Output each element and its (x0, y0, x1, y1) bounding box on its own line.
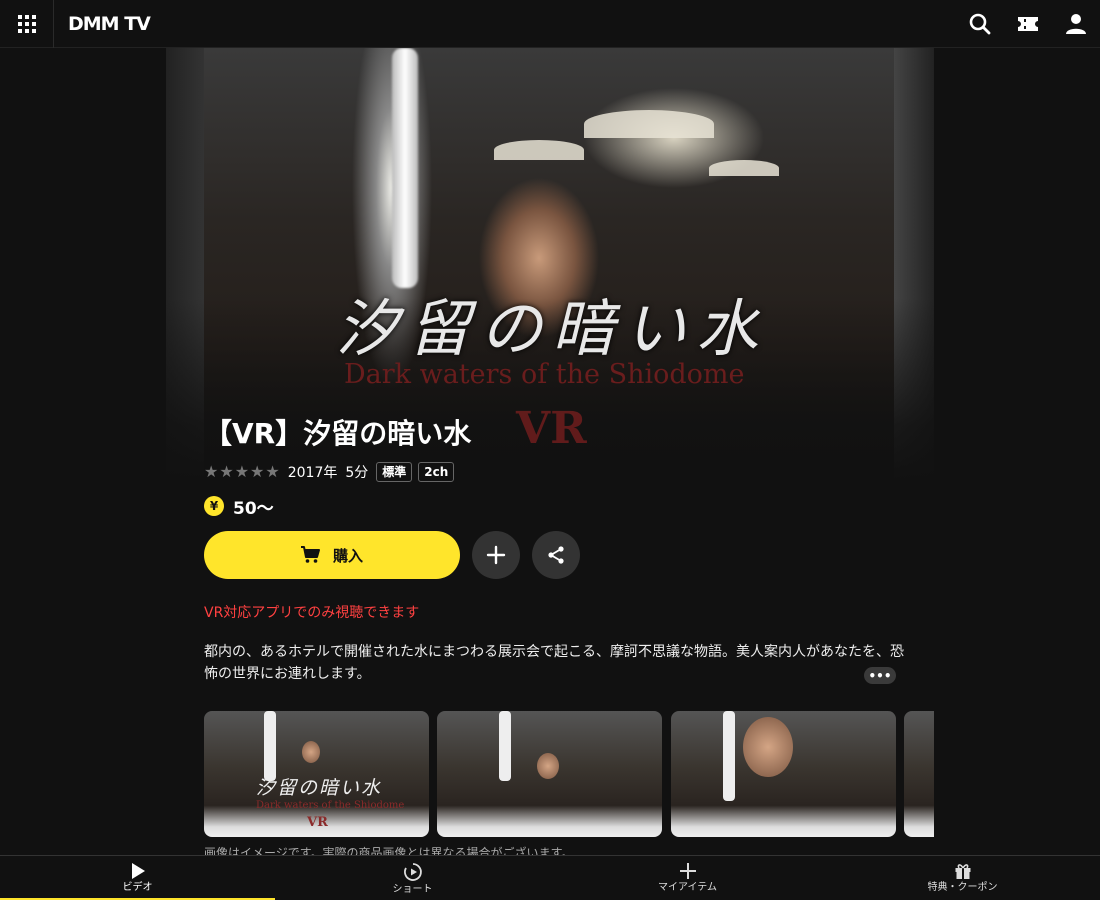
bottom-nav: ビデオ ショート マイアイテム 特典・クーポン (0, 855, 1100, 900)
nav-label: ビデオ (122, 882, 153, 893)
hero-vr-badge: VR (516, 403, 587, 454)
nav-my-items[interactable]: マイアイテム (550, 856, 825, 900)
rating-stars: ★ ★ ★ ★ ★ (204, 464, 280, 480)
description: 都内の、あるホテルで開催された水にまつわる展示会で起こる、摩訶不思議な物語。美人… (204, 644, 904, 682)
thumbnail-face (302, 741, 320, 763)
thumbnail-face (743, 717, 793, 777)
vr-warning: VR対応アプリでのみ視聴できます (204, 605, 420, 621)
short-play-icon (403, 863, 422, 881)
video-meta: ★ ★ ★ ★ ★ 2017年 5分 標準 2ch (204, 460, 460, 484)
thumbnail-strip: 汐留の暗い水 Dark waters of the Shiodome VR (204, 711, 934, 837)
star-icon: ★ (219, 462, 234, 481)
cart-icon (300, 546, 320, 563)
star-icon: ★ (204, 462, 219, 481)
plus-icon (486, 545, 506, 565)
quality-tag: 標準 (376, 462, 413, 482)
duration: 5分 (345, 465, 369, 481)
more-button[interactable]: ••• (864, 667, 896, 684)
nav-label: マイアイテム (658, 882, 717, 893)
buy-label: 購入 (332, 546, 363, 565)
search-icon[interactable] (968, 12, 992, 36)
umbrella-decor (584, 110, 714, 138)
nav-label: ショート (392, 884, 433, 895)
thumbnail-vr: VR (307, 815, 328, 830)
star-icon: ★ (250, 462, 265, 481)
thumbnail[interactable] (437, 711, 662, 837)
nav-short[interactable]: ショート (275, 856, 550, 900)
price: ¥ 50〜 (204, 494, 274, 519)
top-header: DMM TV (0, 0, 1100, 48)
ticket-icon[interactable] (1016, 12, 1040, 36)
grid-menu-button[interactable] (0, 0, 54, 48)
thumbnail-title-en: Dark waters of the Shiodome (256, 800, 405, 811)
add-to-list-button[interactable] (472, 531, 520, 579)
nav-label: 特典・クーポン (927, 882, 998, 893)
thumbnail-decor (723, 711, 735, 801)
thumbnail[interactable] (671, 711, 896, 837)
hero-title-en: Dark waters of the Shiodome (344, 359, 745, 390)
yen-icon: ¥ (204, 496, 224, 516)
star-icon: ★ (234, 462, 250, 481)
thumbnail[interactable]: 汐留の暗い水 Dark waters of the Shiodome VR (204, 711, 429, 837)
star-icon: ★ (265, 462, 280, 481)
play-icon (131, 863, 145, 879)
umbrella-decor (494, 140, 584, 160)
hero-title-jp: 汐留の暗い水 (336, 292, 769, 365)
dmm-tv-logo[interactable]: DMM TV (68, 12, 151, 36)
share-button[interactable] (532, 531, 580, 579)
share-icon (548, 546, 564, 564)
user-icon[interactable] (1064, 12, 1088, 36)
thumbnail[interactable] (904, 711, 934, 837)
umbrella-decor (709, 160, 779, 176)
plus-icon (679, 863, 696, 879)
thumbnail-decor (264, 711, 276, 781)
grid-menu-icon (17, 15, 36, 33)
video-title: 【VR】汐留の暗い水 (204, 417, 472, 450)
audio-tag: 2ch (418, 462, 455, 482)
thumbnail-title-jp: 汐留の暗い水 (256, 777, 383, 799)
thumbnail-decor (499, 711, 511, 781)
release-year: 2017年 (287, 465, 338, 481)
nav-coupons[interactable]: 特典・クーポン (825, 856, 1100, 900)
price-value: 50〜 (233, 498, 274, 519)
thumbnail-face (537, 753, 559, 779)
nav-video[interactable]: ビデオ (0, 856, 275, 900)
gift-icon (955, 864, 970, 879)
buy-button[interactable]: 購入 (204, 531, 460, 579)
light-pillar (392, 48, 418, 288)
